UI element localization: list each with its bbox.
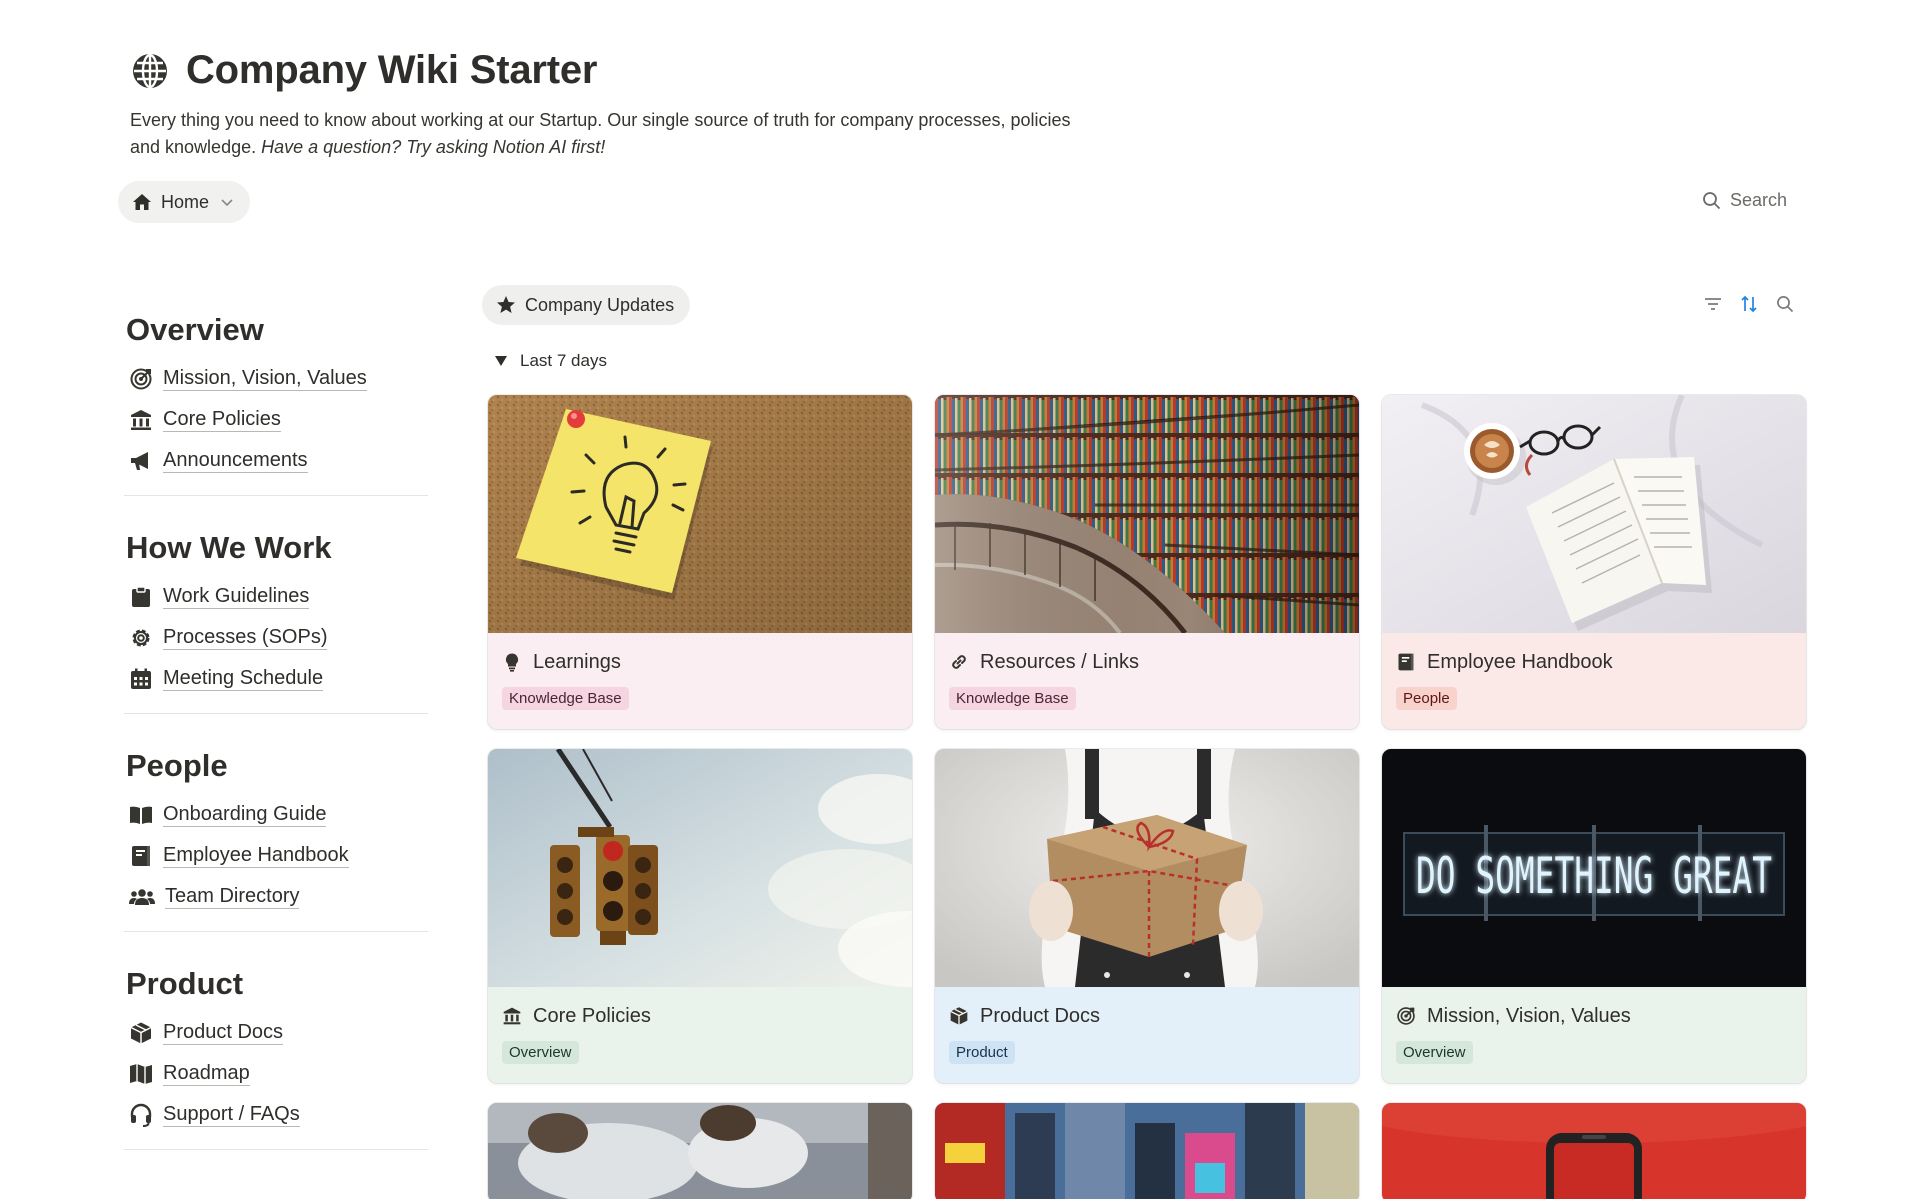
card-cover-image — [1382, 395, 1806, 633]
gallery-card-partial[interactable] — [488, 1103, 912, 1199]
home-view-chip[interactable]: Home — [118, 181, 251, 223]
gallery-card-mission-vision-values[interactable]: DO SOMETHING GREAT Mission, Vision, Valu… — [1382, 749, 1806, 1083]
card-cover-image — [935, 395, 1359, 633]
target-icon — [130, 368, 152, 389]
handbook-icon — [132, 845, 150, 866]
search-label: Search — [1729, 190, 1787, 210]
card-title: Learnings — [533, 650, 621, 673]
view-toolbar — [1704, 295, 1794, 318]
page-title[interactable]: Company Wiki Starter — [186, 48, 597, 93]
card-title: Employee Handbook — [1427, 650, 1613, 673]
bank-icon — [503, 1007, 521, 1025]
clipboard-icon — [132, 585, 150, 607]
nav-section-overview: Overview Mission, Vision, Values Core Po… — [124, 308, 428, 496]
card-cover-image — [935, 1103, 1359, 1199]
group-label: Last 7 days — [520, 351, 607, 370]
sidebar-navigation: Overview Mission, Vision, Values Core Po… — [124, 308, 428, 1180]
card-tag: Knowledge Base — [502, 687, 629, 710]
nav-item-product-docs[interactable]: Product Docs — [124, 1012, 428, 1053]
link-icon — [952, 655, 966, 669]
bank-icon — [131, 409, 151, 430]
card-cover-image — [935, 749, 1359, 987]
page-description[interactable]: Every thing you need to know about worki… — [130, 107, 1090, 161]
home-chip-label: Home — [161, 191, 210, 212]
nav-section-product: Product Product Docs Roadmap Support / F… — [124, 962, 428, 1150]
card-tag: Overview — [1396, 1041, 1473, 1064]
megaphone-icon — [131, 451, 148, 470]
page-header: Company Wiki Starter Every thing you nee… — [130, 48, 1130, 161]
book-open-icon — [130, 806, 152, 824]
view-search-icon[interactable] — [1776, 295, 1794, 318]
group-toggle-last-7-days[interactable]: Last 7 days — [494, 351, 607, 371]
sort-icon[interactable] — [1740, 295, 1758, 318]
nav-heading: Product — [126, 966, 244, 1001]
nav-item-team-directory[interactable]: Team Directory — [124, 876, 428, 917]
nav-item-meeting-schedule[interactable]: Meeting Schedule — [124, 658, 428, 699]
nav-item-roadmap[interactable]: Roadmap — [124, 1053, 428, 1094]
globe-icon[interactable] — [130, 51, 170, 91]
card-cover-image — [1382, 1103, 1806, 1199]
neon-sign-text: DO SOMETHING GREAT — [1416, 847, 1772, 905]
lightbulb-icon — [505, 653, 519, 672]
chevron-down-icon — [221, 199, 233, 207]
card-tag: Overview — [502, 1041, 579, 1064]
nav-item-announcements[interactable]: Announcements — [124, 440, 428, 481]
gear-icon — [132, 629, 150, 646]
search-button[interactable]: Search — [1702, 190, 1787, 211]
map-icon — [130, 1063, 152, 1084]
gallery-card-partial[interactable] — [1382, 1103, 1806, 1199]
gallery-card-resources-links[interactable]: Resources / Links Knowledge Base — [935, 395, 1359, 729]
calendar-icon — [131, 668, 151, 689]
tab-company-updates[interactable]: Company Updates — [482, 285, 691, 325]
gallery-grid: Learnings Knowledge Base Resources / Lin… — [488, 395, 1806, 1199]
star-icon — [497, 296, 515, 313]
headset-icon — [130, 1103, 152, 1127]
gallery-card-learnings[interactable]: Learnings Knowledge Base — [488, 395, 912, 729]
nav-item-mission-vision-values[interactable]: Mission, Vision, Values — [124, 358, 428, 399]
filter-icon[interactable] — [1704, 295, 1722, 318]
nav-item-processes-sops[interactable]: Processes (SOPs) — [124, 617, 428, 658]
card-cover-image — [488, 749, 912, 987]
nav-section-how-we-work: How We Work Work Guidelines Processes (S… — [124, 526, 428, 714]
card-tag: Product — [949, 1041, 1015, 1064]
gallery-card-product-docs[interactable]: Product Docs Product — [935, 749, 1359, 1083]
nav-item-work-guidelines[interactable]: Work Guidelines — [124, 576, 428, 617]
search-icon — [1703, 192, 1721, 210]
gallery-card-partial[interactable] — [935, 1103, 1359, 1199]
card-tag: Knowledge Base — [949, 687, 1076, 710]
nav-item-core-policies[interactable]: Core Policies — [124, 399, 428, 440]
nav-section-people: People Onboarding Guide Employee Handboo… — [124, 744, 428, 932]
card-title: Mission, Vision, Values — [1427, 1004, 1631, 1027]
gallery-card-core-policies[interactable]: Core Policies Overview — [488, 749, 912, 1083]
card-cover-image — [488, 395, 912, 633]
package-icon — [130, 1022, 152, 1043]
nav-heading: How We Work — [126, 530, 332, 565]
triangle-down-icon — [495, 356, 507, 366]
card-cover-image — [488, 1103, 912, 1199]
target-icon — [1397, 1007, 1415, 1025]
card-title: Product Docs — [980, 1004, 1101, 1027]
nav-item-onboarding-guide[interactable]: Onboarding Guide — [124, 794, 428, 835]
handbook-icon — [1398, 653, 1414, 671]
nav-item-support-faqs[interactable]: Support / FAQs — [124, 1094, 428, 1135]
card-title: Core Policies — [533, 1004, 651, 1027]
people-icon — [129, 888, 155, 905]
card-cover-image: DO SOMETHING GREAT — [1382, 749, 1806, 987]
nav-heading: Overview — [126, 312, 264, 347]
card-tag: People — [1396, 687, 1457, 710]
card-title: Resources / Links — [980, 650, 1139, 673]
package-icon — [950, 1007, 968, 1025]
nav-heading: People — [126, 748, 228, 783]
house-icon — [133, 194, 151, 210]
nav-item-employee-handbook[interactable]: Employee Handbook — [124, 835, 428, 876]
tab-label: Company Updates — [525, 294, 675, 315]
gallery-card-employee-handbook[interactable]: Employee Handbook People — [1382, 395, 1806, 729]
